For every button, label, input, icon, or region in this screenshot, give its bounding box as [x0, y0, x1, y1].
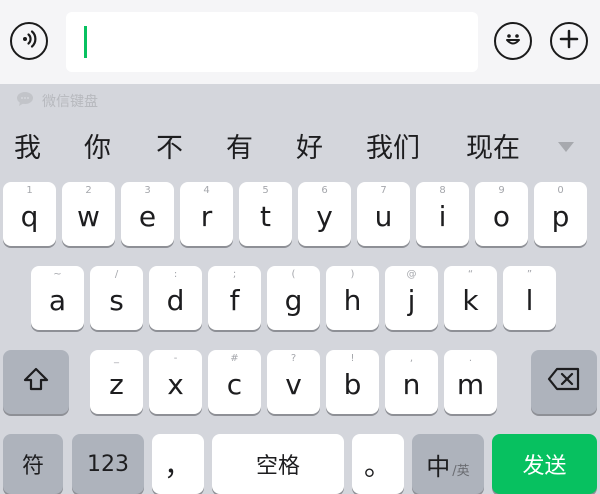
candidate-word[interactable]: 现在 — [466, 126, 520, 165]
voice-input-button[interactable] — [10, 22, 48, 60]
key-p[interactable]: 0 p — [534, 182, 587, 246]
key-c[interactable]: # c — [208, 350, 261, 414]
emoji-button[interactable] — [494, 22, 532, 60]
key-o[interactable]: 9 o — [475, 182, 528, 246]
period-key[interactable]: 。 — [352, 434, 404, 494]
candidate-word[interactable]: 有 — [226, 126, 253, 165]
key-r[interactable]: 4 r — [180, 182, 233, 246]
comma-key[interactable]: ， — [152, 434, 204, 494]
space-key[interactable]: 空格 — [212, 434, 344, 494]
key-h[interactable]: ) h — [326, 266, 379, 330]
key-d[interactable]: : d — [149, 266, 202, 330]
symbols-key[interactable]: 符 — [3, 434, 63, 494]
key-k[interactable]: “ k — [444, 266, 497, 330]
key-t[interactable]: 5 t — [239, 182, 292, 246]
shift-icon — [22, 366, 50, 398]
keyboard: 微信键盘 我 你 不 有 好 我们 现在 1 q 2 w 3 e 4 r 5 t… — [0, 84, 600, 494]
expand-candidates-icon[interactable] — [558, 142, 574, 152]
language-switch-key[interactable]: 中 /英 — [412, 434, 484, 494]
shift-key[interactable] — [3, 350, 69, 414]
backspace-key[interactable] — [531, 350, 597, 414]
keyboard-brand-label: 微信键盘 — [42, 94, 98, 110]
emoji-icon — [500, 26, 526, 56]
candidate-word[interactable]: 好 — [296, 126, 323, 165]
numbers-key[interactable]: 123 — [72, 434, 144, 494]
key-v[interactable]: ? v — [267, 350, 320, 414]
key-e[interactable]: 3 e — [121, 182, 174, 246]
key-u[interactable]: 7 u — [357, 182, 410, 246]
key-w[interactable]: 2 w — [62, 182, 115, 246]
keyboard-brand: 微信键盘 — [16, 90, 98, 112]
candidate-word[interactable]: 不 — [156, 126, 183, 165]
key-i[interactable]: 8 i — [416, 182, 469, 246]
key-a[interactable]: ~ a — [31, 266, 84, 330]
key-n[interactable]: , n — [385, 350, 438, 414]
key-y[interactable]: 6 y — [298, 182, 351, 246]
key-g[interactable]: ( g — [267, 266, 320, 330]
key-z[interactable]: _ z — [90, 350, 143, 414]
candidate-word[interactable]: 你 — [84, 126, 111, 165]
candidate-bar: 我 你 不 有 好 我们 现在 — [0, 120, 600, 172]
key-f[interactable]: ; f — [208, 266, 261, 330]
more-functions-button[interactable] — [550, 22, 588, 60]
key-l[interactable]: ” l — [503, 266, 556, 330]
key-s[interactable]: / s — [90, 266, 143, 330]
key-m[interactable]: . m — [444, 350, 497, 414]
send-button[interactable]: 发送 — [492, 434, 597, 494]
message-input[interactable] — [66, 12, 478, 72]
voice-icon — [18, 28, 40, 54]
candidate-word[interactable]: 我 — [14, 126, 41, 165]
key-b[interactable]: ! b — [326, 350, 379, 414]
input-bar — [0, 0, 600, 84]
plus-icon — [558, 28, 580, 54]
backspace-icon — [547, 367, 581, 397]
key-j[interactable]: @ j — [385, 266, 438, 330]
key-x[interactable]: - x — [149, 350, 202, 414]
key-q[interactable]: 1 q — [3, 182, 56, 246]
text-caret — [84, 26, 87, 58]
candidate-word[interactable]: 我们 — [366, 126, 420, 165]
wechat-logo-icon — [16, 91, 36, 111]
